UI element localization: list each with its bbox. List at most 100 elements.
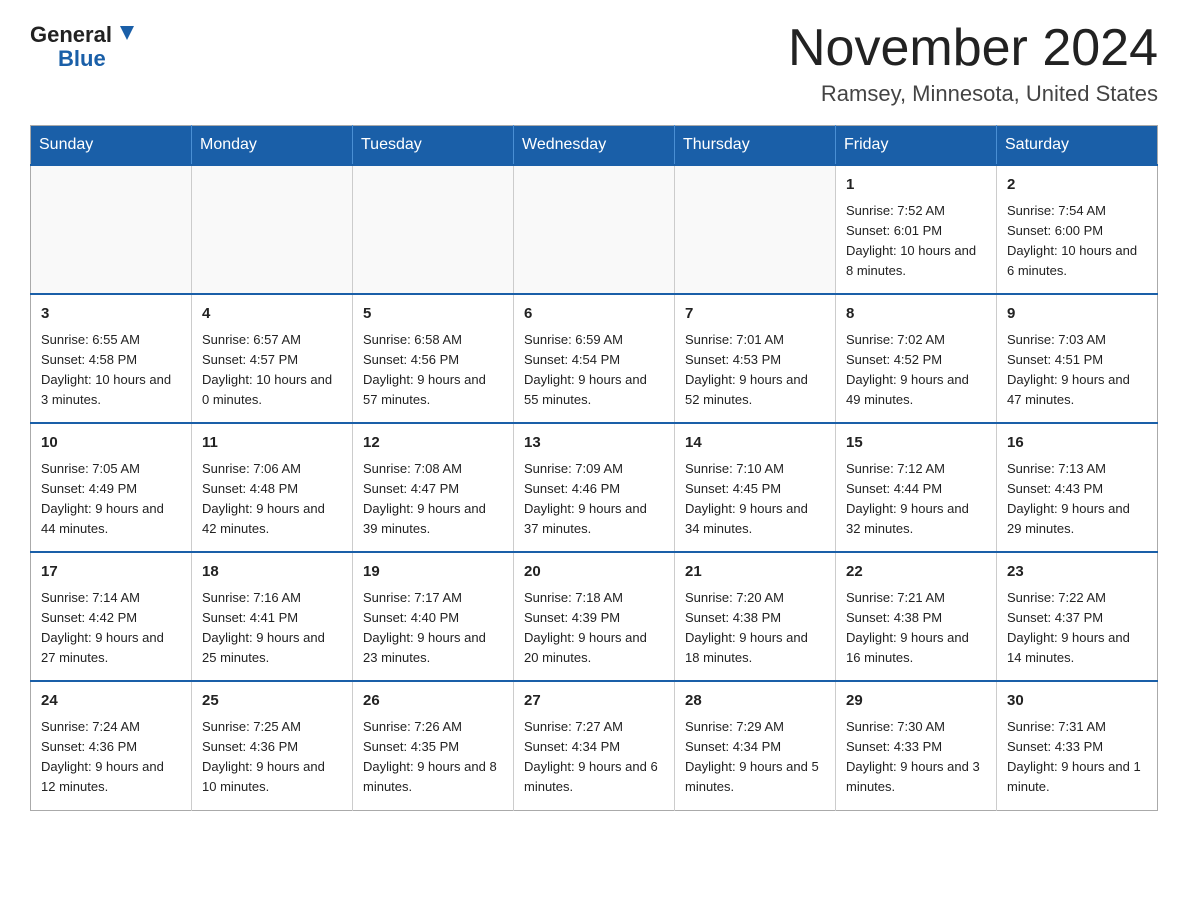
day-info: Sunrise: 7:30 AMSunset: 4:33 PMDaylight:… — [846, 717, 986, 798]
day-info: Sunrise: 7:24 AMSunset: 4:36 PMDaylight:… — [41, 717, 181, 798]
day-info: Sunrise: 7:21 AMSunset: 4:38 PMDaylight:… — [846, 588, 986, 669]
day-number: 24 — [41, 690, 181, 713]
day-number: 6 — [524, 303, 664, 326]
day-info: Sunrise: 7:05 AMSunset: 4:49 PMDaylight:… — [41, 459, 181, 540]
calendar-cell-w4-d6: 22 Sunrise: 7:21 AMSunset: 4:38 PMDayligh… — [836, 552, 997, 681]
calendar-cell-w2-d3: 5Sunrise: 6:58 AMSunset: 4:56 PMDaylight… — [353, 294, 514, 423]
day-number: 8 — [846, 303, 986, 326]
day-info: Sunrise: 7:54 AMSunset: 6:00 PMDaylight:… — [1007, 201, 1147, 282]
calendar-cell-w4-d5: 21 Sunrise: 7:20 AMSunset: 4:38 PMDayligh… — [675, 552, 836, 681]
header-wednesday: Wednesday — [514, 126, 675, 166]
day-number: 10 — [41, 432, 181, 455]
logo-blue-text: Blue — [58, 46, 106, 72]
calendar-cell-w2-d7: 9 Sunrise: 7:03 AMSunset: 4:51 PMDaylight… — [997, 294, 1158, 423]
calendar-week-4: 17 Sunrise: 7:14 AMSunset: 4:42 PMDayligh… — [31, 552, 1158, 681]
day-number: 9 — [1007, 303, 1147, 326]
day-number: 30 — [1007, 690, 1147, 713]
day-info: Sunrise: 7:14 AMSunset: 4:42 PMDaylight:… — [41, 588, 181, 669]
day-info: Sunrise: 7:16 AMSunset: 4:41 PMDaylight:… — [202, 588, 342, 669]
day-number: 21 — [685, 561, 825, 584]
day-info: Sunrise: 7:09 AMSunset: 4:46 PMDaylight:… — [524, 459, 664, 540]
calendar-cell-w4-d7: 23Sunrise: 7:22 AMSunset: 4:37 PMDayligh… — [997, 552, 1158, 681]
header-tuesday: Tuesday — [353, 126, 514, 166]
day-info: Sunrise: 7:13 AMSunset: 4:43 PMDaylight:… — [1007, 459, 1147, 540]
calendar-cell-w4-d4: 20Sunrise: 7:18 AMSunset: 4:39 PMDayligh… — [514, 552, 675, 681]
day-info: Sunrise: 7:08 AMSunset: 4:47 PMDaylight:… — [363, 459, 503, 540]
calendar-cell-w3-d6: 15 Sunrise: 7:12 AMSunset: 4:44 PMDayligh… — [836, 423, 997, 552]
calendar-table: Sunday Monday Tuesday Wednesday Thursday… — [30, 125, 1158, 810]
day-info: Sunrise: 6:58 AMSunset: 4:56 PMDaylight:… — [363, 330, 503, 411]
calendar-cell-w5-d1: 24 Sunrise: 7:24 AMSunset: 4:36 PMDayligh… — [31, 681, 192, 810]
calendar-cell-w3-d5: 14 Sunrise: 7:10 AMSunset: 4:45 PMDayligh… — [675, 423, 836, 552]
calendar-cell-w3-d7: 16Sunrise: 7:13 AMSunset: 4:43 PMDayligh… — [997, 423, 1158, 552]
day-number: 18 — [202, 561, 342, 584]
day-number: 29 — [846, 690, 986, 713]
subtitle: Ramsey, Minnesota, United States — [788, 81, 1158, 107]
day-info: Sunrise: 7:52 AMSunset: 6:01 PMDaylight:… — [846, 201, 986, 282]
day-info: Sunrise: 7:17 AMSunset: 4:40 PMDaylight:… — [363, 588, 503, 669]
day-number: 1 — [846, 174, 986, 197]
day-info: Sunrise: 7:02 AMSunset: 4:52 PMDaylight:… — [846, 330, 986, 411]
calendar-cell-w5-d6: 29 Sunrise: 7:30 AMSunset: 4:33 PMDayligh… — [836, 681, 997, 810]
day-info: Sunrise: 7:20 AMSunset: 4:38 PMDaylight:… — [685, 588, 825, 669]
page-header: General Blue November 2024 Ramsey, Minne… — [30, 20, 1158, 107]
day-number: 26 — [363, 690, 503, 713]
day-info: Sunrise: 7:10 AMSunset: 4:45 PMDaylight:… — [685, 459, 825, 540]
day-number: 4 — [202, 303, 342, 326]
calendar-cell-w4-d1: 17 Sunrise: 7:14 AMSunset: 4:42 PMDayligh… — [31, 552, 192, 681]
main-title: November 2024 — [788, 20, 1158, 77]
day-number: 14 — [685, 432, 825, 455]
logo-general-text: General — [30, 24, 112, 46]
calendar-cell-w1-d2 — [192, 165, 353, 294]
calendar-cell-w2-d4: 6 Sunrise: 6:59 AMSunset: 4:54 PMDaylight… — [514, 294, 675, 423]
day-info: Sunrise: 7:31 AMSunset: 4:33 PMDaylight:… — [1007, 717, 1147, 798]
calendar-header-row: Sunday Monday Tuesday Wednesday Thursday… — [31, 126, 1158, 166]
day-number: 23 — [1007, 561, 1147, 584]
title-section: November 2024 Ramsey, Minnesota, United … — [788, 20, 1158, 107]
calendar-cell-w2-d1: 3Sunrise: 6:55 AMSunset: 4:58 PMDaylight… — [31, 294, 192, 423]
header-saturday: Saturday — [997, 126, 1158, 166]
calendar-cell-w5-d7: 30 Sunrise: 7:31 AMSunset: 4:33 PMDayligh… — [997, 681, 1158, 810]
header-monday: Monday — [192, 126, 353, 166]
calendar-cell-w1-d6: 1 Sunrise: 7:52 AMSunset: 6:01 PMDaylight… — [836, 165, 997, 294]
logo: General Blue — [30, 20, 136, 72]
day-number: 3 — [41, 303, 181, 326]
day-number: 25 — [202, 690, 342, 713]
calendar-cell-w1-d4 — [514, 165, 675, 294]
day-number: 11 — [202, 432, 342, 455]
calendar-cell-w2-d2: 4 Sunrise: 6:57 AMSunset: 4:57 PMDaylight… — [192, 294, 353, 423]
day-number: 28 — [685, 690, 825, 713]
calendar-cell-w3-d4: 13 Sunrise: 7:09 AMSunset: 4:46 PMDayligh… — [514, 423, 675, 552]
calendar-cell-w3-d3: 12Sunrise: 7:08 AMSunset: 4:47 PMDayligh… — [353, 423, 514, 552]
calendar-week-2: 3Sunrise: 6:55 AMSunset: 4:58 PMDaylight… — [31, 294, 1158, 423]
calendar-cell-w5-d4: 27Sunrise: 7:27 AMSunset: 4:34 PMDayligh… — [514, 681, 675, 810]
day-number: 13 — [524, 432, 664, 455]
day-info: Sunrise: 7:06 AMSunset: 4:48 PMDaylight:… — [202, 459, 342, 540]
header-friday: Friday — [836, 126, 997, 166]
header-thursday: Thursday — [675, 126, 836, 166]
day-number: 2 — [1007, 174, 1147, 197]
day-info: Sunrise: 6:57 AMSunset: 4:57 PMDaylight:… — [202, 330, 342, 411]
day-number: 7 — [685, 303, 825, 326]
day-info: Sunrise: 7:03 AMSunset: 4:51 PMDaylight:… — [1007, 330, 1147, 411]
day-info: Sunrise: 7:01 AMSunset: 4:53 PMDaylight:… — [685, 330, 825, 411]
calendar-cell-w2-d5: 7 Sunrise: 7:01 AMSunset: 4:53 PMDaylight… — [675, 294, 836, 423]
day-info: Sunrise: 7:12 AMSunset: 4:44 PMDaylight:… — [846, 459, 986, 540]
calendar-cell-w4-d3: 19 Sunrise: 7:17 AMSunset: 4:40 PMDayligh… — [353, 552, 514, 681]
calendar-cell-w5-d2: 25 Sunrise: 7:25 AMSunset: 4:36 PMDayligh… — [192, 681, 353, 810]
calendar-week-5: 24 Sunrise: 7:24 AMSunset: 4:36 PMDayligh… — [31, 681, 1158, 810]
day-info: Sunrise: 7:27 AMSunset: 4:34 PMDaylight:… — [524, 717, 664, 798]
calendar-cell-w1-d1 — [31, 165, 192, 294]
calendar-cell-w5-d5: 28Sunrise: 7:29 AMSunset: 4:34 PMDayligh… — [675, 681, 836, 810]
calendar-week-3: 10 Sunrise: 7:05 AMSunset: 4:49 PMDayligh… — [31, 423, 1158, 552]
calendar-week-1: 1 Sunrise: 7:52 AMSunset: 6:01 PMDaylight… — [31, 165, 1158, 294]
logo-triangle-icon — [114, 22, 136, 44]
day-info: Sunrise: 7:25 AMSunset: 4:36 PMDaylight:… — [202, 717, 342, 798]
day-info: Sunrise: 6:59 AMSunset: 4:54 PMDaylight:… — [524, 330, 664, 411]
calendar-cell-w1-d3 — [353, 165, 514, 294]
day-number: 22 — [846, 561, 986, 584]
day-number: 19 — [363, 561, 503, 584]
day-number: 15 — [846, 432, 986, 455]
day-number: 17 — [41, 561, 181, 584]
calendar-cell-w1-d7: 2 Sunrise: 7:54 AMSunset: 6:00 PMDaylight… — [997, 165, 1158, 294]
